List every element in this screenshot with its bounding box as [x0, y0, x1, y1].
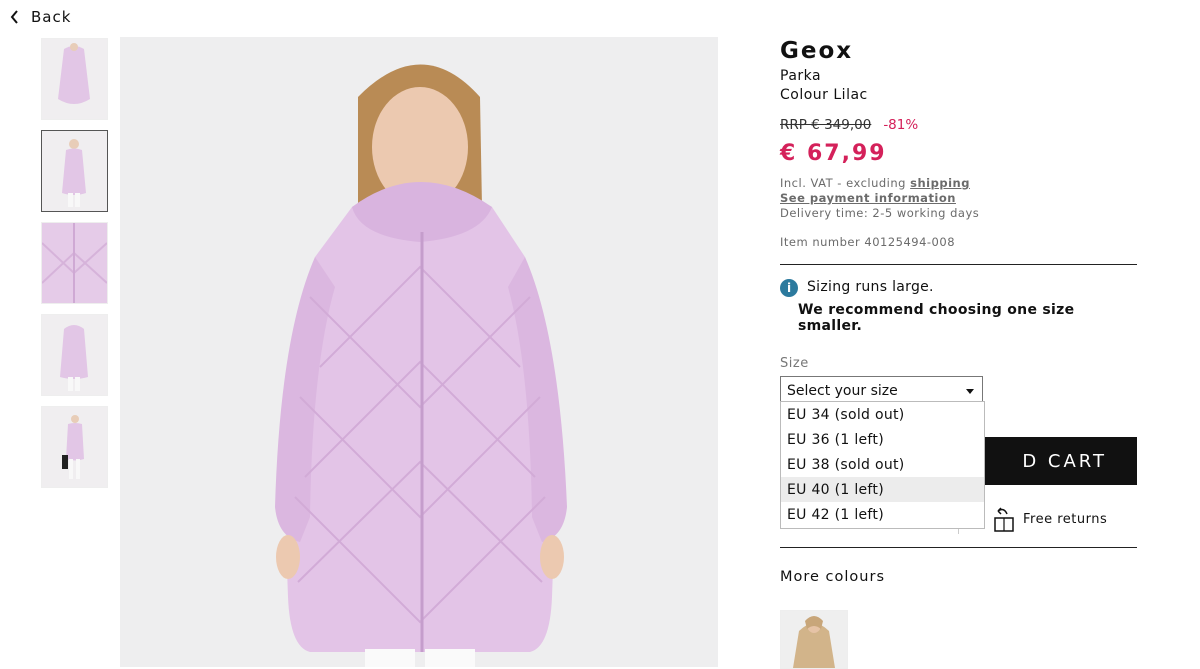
- thumbnail-list: [41, 38, 108, 498]
- info-icon: i: [780, 279, 798, 297]
- caret-down-icon: [966, 388, 974, 394]
- size-option[interactable]: EU 42 (1 left): [781, 502, 984, 527]
- back-label: Back: [31, 8, 72, 26]
- size-select-value: Select your size: [787, 383, 898, 399]
- add-to-cart-label: D CART: [1022, 450, 1107, 472]
- thumbnail-quilting-detail[interactable]: [41, 222, 108, 304]
- product-type: Parka: [780, 68, 822, 84]
- thumbnail-model-back[interactable]: [41, 314, 108, 396]
- payment-info-link[interactable]: See payment information: [780, 191, 1138, 206]
- free-returns: Free returns: [993, 506, 1107, 532]
- size-option[interactable]: EU 40 (1 left): [781, 477, 984, 502]
- sizing-note-line1: Sizing runs large.: [807, 279, 934, 295]
- size-dropdown-list: EU 34 (sold out) EU 36 (1 left) EU 38 (s…: [780, 401, 985, 529]
- back-button[interactable]: Back: [10, 6, 71, 28]
- rrp-row: RRP € 349,00 -81%: [780, 117, 1138, 133]
- return-box-icon: [994, 507, 1014, 532]
- sale-price: € 67,99: [780, 141, 887, 166]
- divider: [780, 264, 1137, 265]
- size-option[interactable]: EU 34 (sold out): [781, 402, 984, 427]
- thumbnail-front-closeup[interactable]: [41, 38, 108, 120]
- size-label: Size: [780, 356, 809, 371]
- thumbnail-model-front[interactable]: [41, 130, 108, 212]
- vat-text: Incl. VAT - excluding: [780, 176, 911, 190]
- free-returns-label: Free returns: [1023, 511, 1108, 527]
- rrp-price: RRP € 349,00: [780, 117, 872, 133]
- product-colour: Colour Lilac: [780, 87, 868, 103]
- discount-badge: -81%: [883, 117, 919, 133]
- size-option[interactable]: EU 38 (sold out): [781, 452, 984, 477]
- vat-line: Incl. VAT - excluding shipping: [780, 176, 1138, 191]
- chevron-left-icon: [10, 10, 18, 24]
- product-info: Geox Parka Colour Lilac RRP € 349,00 -81…: [780, 37, 1138, 406]
- item-number: Item number 40125494-008: [780, 235, 956, 249]
- thumbnail-model-side[interactable]: [41, 406, 108, 488]
- brand-name: Geox: [780, 38, 854, 64]
- delivery-time: Delivery time: 2-5 working days: [780, 206, 980, 220]
- product-main-image[interactable]: [120, 37, 718, 667]
- divider: [780, 547, 1137, 548]
- sizing-note: i Sizing runs large.: [780, 279, 1138, 297]
- size-option[interactable]: EU 36 (1 left): [781, 427, 984, 452]
- sizing-note-line2: We recommend choosing one size smaller.: [798, 302, 1075, 334]
- shipping-link[interactable]: shipping: [910, 176, 970, 190]
- more-colours-heading: More colours: [780, 569, 886, 585]
- colour-option-beige[interactable]: [780, 610, 848, 669]
